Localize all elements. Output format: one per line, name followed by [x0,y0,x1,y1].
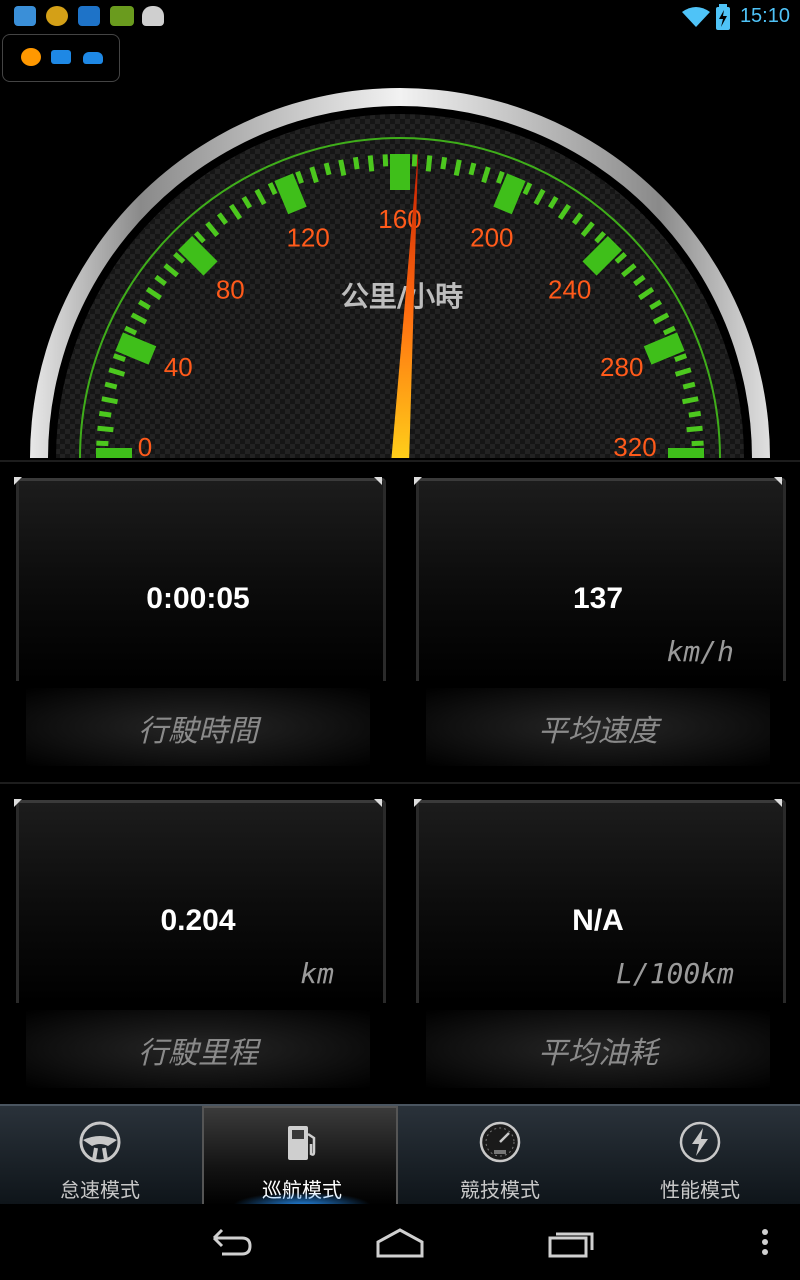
gauge-minor-tick [440,156,448,170]
stat-panel-avg-speed: 137 km/h 平均速度 [414,477,786,768]
wifi-icon [682,7,710,27]
status-bar: 15:10 [0,0,800,34]
gauge-minor-tick [468,162,477,176]
gauge-tick-label: 120 [286,222,329,252]
gauge-minor-tick [96,440,109,447]
stat-value: 137 [572,582,624,615]
app-icon [78,6,100,26]
tab-label: 競技模式 [460,1178,540,1202]
panel-corner [414,799,422,807]
gauge-minor-tick [338,159,347,177]
gauge-minor-tick [98,410,112,418]
gauge-minor-tick [97,425,114,433]
gauge-unit-label: 公里/小時 [341,280,463,313]
stat-value: 0.204 [160,904,236,937]
gauge-minor-tick [104,381,118,390]
stat-value: N/A [572,904,624,937]
panel-corner [14,477,22,485]
stat-label: 平均速度 [538,714,658,749]
mode-tab-bar: 怠速模式 巡航模式 競技模式 性能模式 [0,1104,800,1206]
tab-cruise-mode[interactable]: 巡航模式 [202,1106,398,1206]
stat-unit: km/h [666,635,734,668]
gauge-tick-label: 280 [600,352,643,382]
tab-idle-mode[interactable]: 怠速模式 [0,1106,200,1206]
panel-corner [774,477,782,485]
panel-corner [414,477,422,485]
gauge-minor-tick [411,154,418,167]
home-icon[interactable] [370,1222,430,1262]
gauge-minor-tick [688,410,702,418]
gauge-major-tick [493,173,526,215]
speedometer-gauge: 0 40 80 120 160 200 240 280 320 公里/小時 [0,34,800,458]
gauge-minor-tick [323,162,332,176]
separator [0,782,800,784]
gauge-major-tick [274,173,307,215]
gauge-tick-label: 0 [138,432,152,458]
gauge-minor-tick [425,155,433,172]
stat-panel-distance: 0.204 km 行駛里程 [14,799,386,1090]
separator [0,460,800,462]
gauge-minor-tick [691,440,704,447]
android-icon [142,6,164,26]
gauge-minor-tick [453,159,462,177]
battery-charging-icon [716,4,730,30]
stat-label: 行駛時間 [138,714,258,749]
gauge-major-tick [643,332,685,365]
steering-wheel-icon [79,1121,121,1163]
gauge-minor-tick [367,155,375,172]
stat-label: 行駛里程 [138,1036,258,1071]
tab-label: 性能模式 [660,1178,740,1202]
gauge-minor-tick [686,425,703,433]
menu-icon[interactable] [750,1222,780,1262]
fuel-pump-icon [288,1126,316,1160]
stat-panel-drive-time: 0:00:05 行駛時間 [14,477,386,768]
gauge-minor-tick [101,396,119,405]
panel-corner [774,799,782,807]
back-icon[interactable] [200,1222,260,1262]
gauge-minor-tick [682,381,696,390]
gauge-minor-tick [382,154,389,167]
panel-corner [374,477,382,485]
stat-card [16,478,386,681]
gauge-minor-tick [681,396,699,405]
panel-corner [14,799,22,807]
tab-label: 怠速模式 [60,1178,140,1202]
lightning-icon [679,1121,721,1163]
stat-label: 平均油耗 [538,1036,658,1071]
battery-app-icon [110,6,134,26]
system-nav-bar [0,1204,800,1280]
stat-value: 0:00:05 [146,582,250,615]
stat-unit: km [300,957,334,990]
coin-icon [46,6,68,26]
maps-icon [14,6,36,26]
gauge-tick-label: 40 [164,352,193,382]
gauge-tick-label: 200 [470,222,513,252]
gauge-minor-tick [352,156,360,170]
stat-panel-avg-fuel: N/A L/100km 平均油耗 [414,799,786,1090]
speedometer-icon [479,1121,521,1163]
tab-performance-mode[interactable]: 性能模式 [600,1106,800,1206]
tab-label: 巡航模式 [262,1178,342,1202]
panel-corner [374,799,382,807]
gauge-tick-label: 80 [216,274,245,304]
clock: 15:10 [739,5,790,27]
recent-apps-icon[interactable] [542,1222,602,1262]
gauge-tick-label: 320 [613,432,656,458]
stat-unit: L/100km [615,957,734,990]
tab-race-mode[interactable]: 競技模式 [400,1106,600,1206]
gauge-tick-label: 240 [548,274,591,304]
gauge-major-tick [115,332,157,365]
